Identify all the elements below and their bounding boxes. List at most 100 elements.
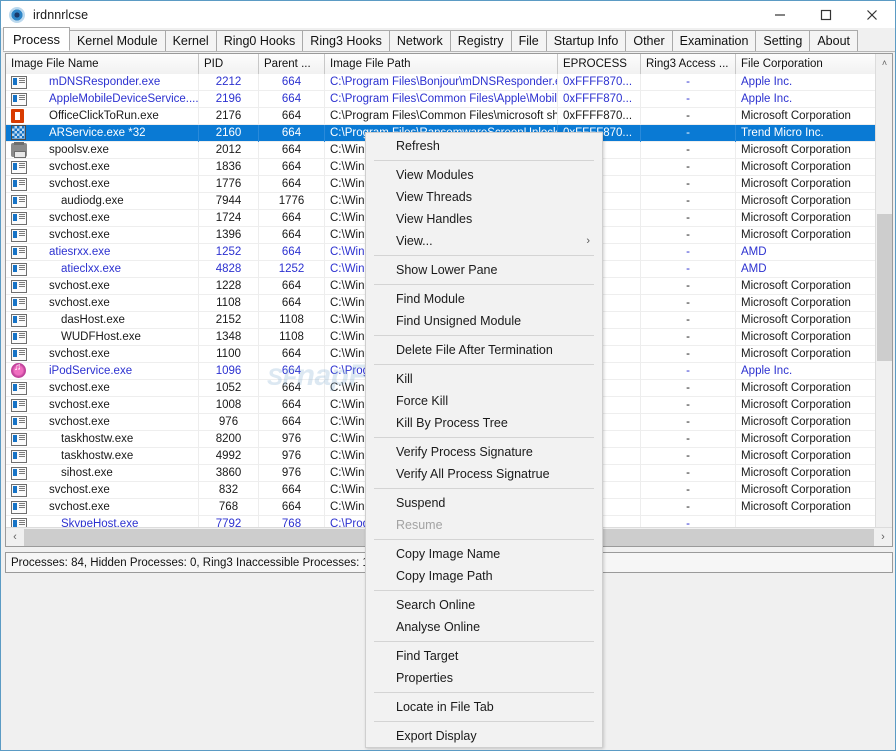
- cell-pid: 1096: [199, 362, 259, 380]
- menu-item-delete-file-after-termination[interactable]: Delete File After Termination: [366, 339, 602, 361]
- cell-file-corporation: Microsoft Corporation: [736, 380, 875, 397]
- vertical-scrollbar[interactable]: ˄ ˅: [875, 54, 892, 546]
- window-icon: [11, 193, 27, 209]
- menu-item-verify-process-signature[interactable]: Verify Process Signature: [366, 441, 602, 463]
- process-name-label: mDNSResponder.exe: [49, 76, 161, 88]
- scroll-right-arrow-icon[interactable]: ›: [874, 528, 892, 546]
- close-button[interactable]: [849, 1, 895, 28]
- menu-item-view-threads[interactable]: View Threads: [366, 186, 602, 208]
- menu-item-label: View Handles: [396, 212, 473, 226]
- tab-process[interactable]: Process: [3, 27, 70, 51]
- menu-item-verify-all-process-signatrue[interactable]: Verify All Process Signatrue: [366, 463, 602, 485]
- menu-item-label: Analyse Online: [396, 620, 481, 634]
- tab-other[interactable]: Other: [625, 30, 673, 51]
- minimize-button[interactable]: [757, 1, 803, 28]
- tab-file[interactable]: File: [510, 30, 547, 51]
- scroll-up-arrow-icon[interactable]: ˄: [876, 54, 892, 71]
- menu-item-find-target[interactable]: Find Target: [366, 645, 602, 667]
- menu-item-view-modules[interactable]: View Modules: [366, 164, 602, 186]
- column-header-file-corporation[interactable]: File Corporation: [736, 54, 881, 74]
- menu-item-find-module[interactable]: Find Module: [366, 288, 602, 310]
- menu-item-search-online[interactable]: Search Online: [366, 594, 602, 616]
- process-name-label: svchost.exe: [49, 161, 110, 173]
- cell-file-corporation: Microsoft Corporation: [736, 482, 875, 499]
- tab-ring0-hooks[interactable]: Ring0 Hooks: [215, 30, 304, 51]
- menu-item-refresh[interactable]: Refresh: [366, 135, 602, 157]
- tab-registry[interactable]: Registry: [449, 30, 512, 51]
- cell-image-file-path: C:\Program Files\Common Files\microsoft …: [325, 107, 558, 125]
- tab-ring3-hooks[interactable]: Ring3 Hooks: [302, 30, 390, 51]
- cell-file-corporation: Microsoft Corporation: [736, 431, 875, 448]
- menu-item-force-kill[interactable]: Force Kill: [366, 390, 602, 412]
- cell-ring3-access: -: [641, 158, 736, 176]
- scroll-left-arrow-icon[interactable]: ‹: [6, 528, 24, 546]
- cell-ring3-access: -: [641, 209, 736, 227]
- title-bar: irdnnrlcse: [1, 1, 895, 28]
- cell-parent-pid: 664: [259, 74, 325, 91]
- cell-parent-pid: 664: [259, 379, 325, 397]
- process-name-label: svchost.exe: [49, 399, 110, 411]
- menu-item-properties[interactable]: Properties: [366, 667, 602, 689]
- tab-examination[interactable]: Examination: [671, 30, 757, 51]
- tab-setting[interactable]: Setting: [755, 30, 811, 51]
- menu-item-view[interactable]: View... ›: [366, 230, 602, 252]
- column-header-eprocess[interactable]: EPROCESS: [558, 54, 641, 74]
- cell-ring3-access: -: [641, 74, 736, 91]
- vertical-scroll-thumb[interactable]: [877, 214, 892, 361]
- window-icon: [11, 227, 27, 243]
- column-header-image-file-name[interactable]: Image File Name: [6, 54, 199, 74]
- cell-parent-pid: 1776: [259, 192, 325, 210]
- menu-item-label: Refresh: [396, 139, 440, 153]
- tab-kernel-module[interactable]: Kernel Module: [68, 30, 166, 51]
- column-header-ring3-access[interactable]: Ring3 Access ...: [641, 54, 736, 74]
- tab-network[interactable]: Network: [388, 30, 451, 51]
- menu-item-view-handles[interactable]: View Handles: [366, 208, 602, 230]
- tab-about[interactable]: About: [809, 30, 858, 51]
- table-row[interactable]: OfficeClickToRun.exe 2176 664 C:\Program Fi…: [6, 107, 875, 125]
- cell-pid: 3860: [199, 464, 259, 482]
- cell-image-file-name: spoolsv.exe: [6, 141, 199, 159]
- window-icon: [11, 210, 27, 226]
- cell-pid: 7944: [199, 192, 259, 210]
- menu-item-find-unsigned-module[interactable]: Find Unsigned Module: [366, 310, 602, 332]
- menu-item-kill[interactable]: Kill: [366, 368, 602, 390]
- menu-separator: [374, 488, 594, 489]
- cell-image-file-name: atieclxx.exe: [6, 260, 199, 278]
- table-row[interactable]: AppleMobileDeviceService.... 2196 664 C:\Pr…: [6, 90, 875, 108]
- column-header-pid[interactable]: PID: [199, 54, 259, 74]
- cell-image-file-name: svchost.exe: [6, 175, 199, 193]
- menu-item-label: Verify All Process Signatrue: [396, 467, 550, 481]
- menu-item-label: Find Unsigned Module: [396, 314, 522, 328]
- process-name-label: dasHost.exe: [61, 314, 125, 326]
- maximize-button[interactable]: [803, 1, 849, 28]
- menu-item-suspend[interactable]: Suspend: [366, 492, 602, 514]
- tab-startup-info[interactable]: Startup Info: [545, 30, 627, 51]
- cell-eprocess: 0xFFFF870...: [558, 90, 641, 108]
- column-header-parent[interactable]: Parent ...: [259, 54, 325, 74]
- cell-pid: 1348: [199, 328, 259, 346]
- cell-ring3-access: -: [641, 447, 736, 465]
- menu-item-label: Locate in File Tab: [396, 700, 494, 714]
- cell-ring3-access: -: [641, 107, 736, 125]
- cell-pid: 4828: [199, 260, 259, 278]
- window-icon: [11, 380, 27, 396]
- menu-item-export-display[interactable]: Export Display: [366, 725, 602, 747]
- cell-parent-pid: 664: [259, 158, 325, 176]
- window-icon: [11, 346, 27, 362]
- table-row[interactable]: mDNSResponder.exe 2212 664 C:\Program Files…: [6, 74, 875, 91]
- menu-item-kill-by-process-tree[interactable]: Kill By Process Tree: [366, 412, 602, 434]
- tab-kernel[interactable]: Kernel: [164, 30, 217, 51]
- window-icon: [11, 176, 27, 192]
- cell-file-corporation: Microsoft Corporation: [736, 499, 875, 516]
- menu-item-copy-image-path[interactable]: Copy Image Path: [366, 565, 602, 587]
- menu-item-label: Copy Image Name: [396, 547, 501, 561]
- menu-item-analyse-online[interactable]: Analyse Online: [366, 616, 602, 638]
- cell-file-corporation: Microsoft Corporation: [736, 278, 875, 295]
- menu-item-show-lower-pane[interactable]: Show Lower Pane: [366, 259, 602, 281]
- cell-image-file-name: AppleMobileDeviceService....: [6, 90, 199, 108]
- cell-pid: 2012: [199, 141, 259, 159]
- menu-item-copy-image-name[interactable]: Copy Image Name: [366, 543, 602, 565]
- menu-item-locate-in-file-tab[interactable]: Locate in File Tab: [366, 696, 602, 718]
- cell-file-corporation: Apple Inc.: [736, 363, 875, 380]
- column-header-image-file-path[interactable]: Image File Path: [325, 54, 558, 74]
